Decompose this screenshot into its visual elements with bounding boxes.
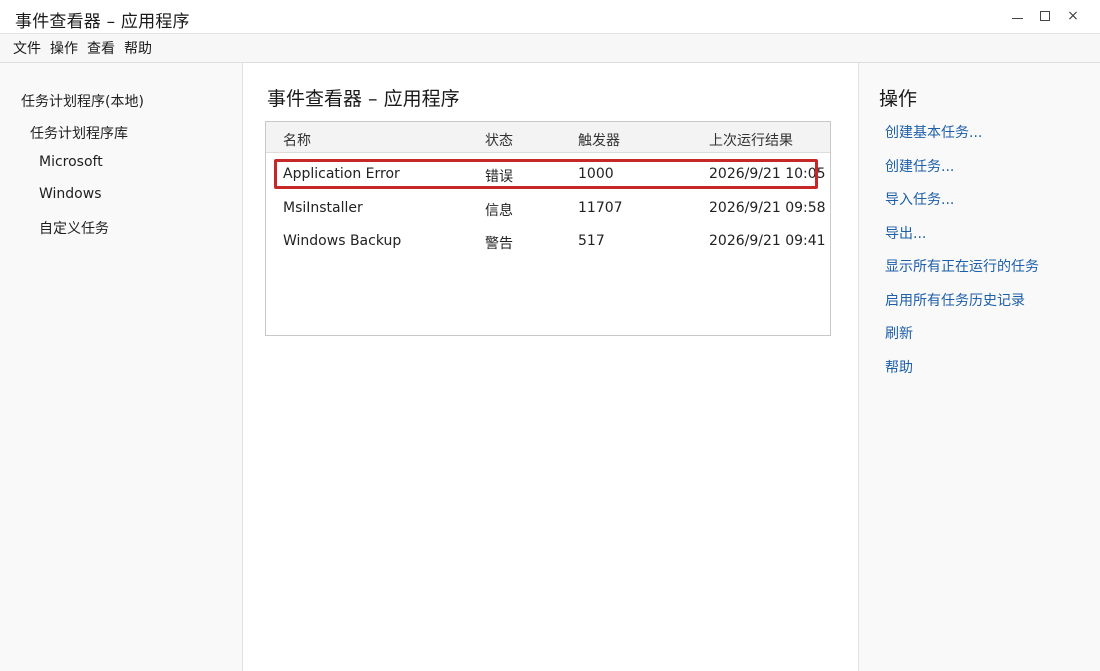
action-help[interactable]: 帮助 — [885, 357, 913, 377]
column-header-last-run[interactable]: 上次运行结果 — [709, 130, 793, 150]
action-import-task[interactable]: 导入任务... — [885, 189, 954, 209]
actions-title: 操作 — [879, 88, 918, 110]
event-table: 名称 状态 触发器 上次运行结果 Application Error 错误 10… — [265, 121, 831, 336]
menu-action[interactable]: 操作 — [47, 38, 81, 58]
cell-status: 错误 — [485, 169, 513, 185]
actions-pane: 操作 创建基本任务... 创建任务... 导入任务... 导出... 显示所有正… — [858, 63, 1100, 671]
maximize-icon — [1040, 11, 1050, 21]
close-button[interactable]: × — [1064, 6, 1082, 26]
minimize-icon — [1011, 17, 1023, 19]
window-controls: × — [1008, 6, 1082, 26]
cell-name: MsiInstaller — [283, 200, 363, 216]
title-bar: 事件查看器 – 应用程序 × — [0, 0, 1100, 34]
nav-item-microsoft[interactable]: Microsoft — [39, 154, 103, 170]
window-title: 事件查看器 – 应用程序 — [15, 12, 190, 32]
navigation-pane: 任务计划程序(本地) 任务计划程序库 Microsoft Windows 自定义… — [0, 63, 243, 671]
table-row[interactable]: Application Error 错误 1000 2026/9/21 10:0… — [266, 158, 830, 191]
menu-help[interactable]: 帮助 — [121, 38, 155, 58]
action-export[interactable]: 导出... — [885, 223, 926, 243]
minimize-button[interactable] — [1008, 6, 1026, 26]
cell-name: Windows Backup — [283, 233, 402, 249]
main-pane: 事件查看器 – 应用程序 名称 状态 触发器 上次运行结果 Applicatio… — [243, 63, 858, 671]
event-viewer-window: 事件查看器 – 应用程序 × 文件 操作 查看 帮助 任务计划程序(本地) 任务… — [0, 0, 1100, 671]
menu-file[interactable]: 文件 — [10, 38, 44, 58]
nav-item-scheduler-library[interactable]: 任务计划程序库 — [30, 123, 128, 143]
close-icon: × — [1067, 8, 1079, 24]
cell-last-run: 2026/9/21 09:41 — [709, 233, 826, 249]
cell-trigger: 1000 — [578, 166, 614, 182]
cell-name: Application Error — [283, 166, 400, 182]
menu-bar: 文件 操作 查看 帮助 — [0, 34, 1100, 63]
column-header-status[interactable]: 状态 — [485, 130, 513, 150]
menu-view[interactable]: 查看 — [84, 38, 118, 58]
action-enable-task-history[interactable]: 启用所有任务历史记录 — [885, 290, 1025, 310]
nav-item-windows[interactable]: Windows — [39, 186, 102, 202]
cell-trigger: 517 — [578, 233, 605, 249]
page-title: 事件查看器 – 应用程序 — [267, 88, 460, 110]
column-header-name[interactable]: 名称 — [283, 130, 311, 150]
cell-status: 警告 — [485, 236, 513, 252]
nav-item-custom-tasks[interactable]: 自定义任务 — [39, 218, 109, 238]
action-refresh[interactable]: 刷新 — [885, 323, 913, 343]
action-create-basic-task[interactable]: 创建基本任务... — [885, 122, 982, 142]
cell-trigger: 11707 — [578, 200, 623, 216]
cell-last-run: 2026/9/21 10:05 — [709, 166, 826, 182]
table-header: 名称 状态 触发器 上次运行结果 — [266, 122, 830, 153]
table-row[interactable]: MsiInstaller 信息 11707 2026/9/21 09:58 — [266, 192, 830, 225]
maximize-button[interactable] — [1036, 6, 1054, 26]
action-create-task[interactable]: 创建任务... — [885, 156, 954, 176]
table-row[interactable]: Windows Backup 警告 517 2026/9/21 09:41 — [266, 225, 830, 258]
nav-item-scheduler-local[interactable]: 任务计划程序(本地) — [21, 91, 144, 111]
cell-last-run: 2026/9/21 09:58 — [709, 200, 826, 216]
column-header-trigger[interactable]: 触发器 — [578, 130, 620, 150]
action-show-running-tasks[interactable]: 显示所有正在运行的任务 — [885, 256, 1039, 276]
cell-status: 信息 — [485, 203, 513, 219]
